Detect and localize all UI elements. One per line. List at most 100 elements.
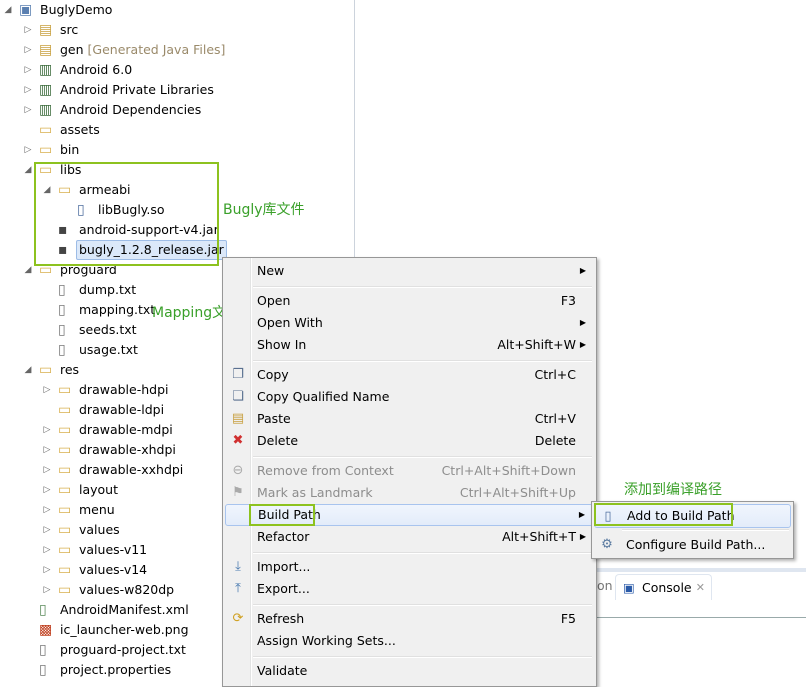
source-folder-icon: ▤ xyxy=(39,42,53,58)
collapse-arrow-icon[interactable]: ◢ xyxy=(23,360,33,380)
expand-arrow-icon[interactable]: ▷ xyxy=(23,100,33,120)
menu-item-remove-from-context[interactable]: ⊖ Remove from Context Ctrl+Alt+Shift+Down xyxy=(225,460,594,482)
menu-item-paste[interactable]: ▤ Paste Ctrl+V xyxy=(225,408,594,430)
expand-arrow-icon[interactable]: ▷ xyxy=(42,540,52,560)
tree-item-text: src xyxy=(60,22,79,37)
menu-separator xyxy=(253,552,592,554)
tree-item-text: dump.txt xyxy=(79,282,137,297)
menu-item-validate[interactable]: Validate xyxy=(225,660,594,682)
menu-separator xyxy=(253,286,592,288)
menu-item-label: Assign Working Sets... xyxy=(257,633,396,648)
menu-item-refactor[interactable]: Refactor Alt+Shift+T ▶ xyxy=(225,526,594,548)
tree-item-text: usage.txt xyxy=(79,342,138,357)
tree-item-text: drawable-xxhdpi xyxy=(79,462,184,477)
tree-item-label: res xyxy=(60,360,79,380)
menu-item-assign-working-sets[interactable]: Assign Working Sets... xyxy=(225,630,594,652)
tree-item[interactable]: ▭ assets xyxy=(0,120,350,140)
tree-item[interactable]: ▷ ▤ src xyxy=(0,20,350,40)
menu-item-shortcut: Alt+Shift+W xyxy=(497,337,576,352)
expand-arrow-icon[interactable]: ▷ xyxy=(42,440,52,460)
tree-item-label: drawable-ldpi xyxy=(79,400,164,420)
expand-arrow-icon[interactable]: ▷ xyxy=(42,480,52,500)
menu-item-mark-as-landmark[interactable]: ⚑ Mark as Landmark Ctrl+Alt+Shift+Up xyxy=(225,482,594,504)
tree-item-text: Android Dependencies xyxy=(60,102,202,117)
menu-item-label: Show In xyxy=(257,337,307,352)
folder-icon: ▭ xyxy=(39,142,53,158)
submenu-arrow-icon: ▶ xyxy=(579,532,586,541)
tree-item-label: bin xyxy=(60,140,79,160)
tree-item-label: gen [Generated Java Files] xyxy=(60,40,225,60)
menu-item-copy-qualified-name[interactable]: ❏ Copy Qualified Name xyxy=(225,386,594,408)
submenu-arrow-icon: ▶ xyxy=(579,340,586,349)
tree-item-text: menu xyxy=(79,502,115,517)
add-to-build-path-highlight-box xyxy=(594,503,733,526)
folder-icon: ▭ xyxy=(58,562,72,578)
tree-item-text: mapping.txt xyxy=(79,302,156,317)
tree-item-label: ic_launcher-web.png xyxy=(60,620,189,640)
tree-item-label: AndroidManifest.xml xyxy=(60,600,189,620)
expand-arrow-icon[interactable]: ▷ xyxy=(42,460,52,480)
library-icon: ▥ xyxy=(39,82,53,98)
menu-item-delete[interactable]: ✖ Delete Delete xyxy=(225,430,594,452)
expand-arrow-icon[interactable]: ▷ xyxy=(23,20,33,40)
tree-item-text: values-v14 xyxy=(79,562,148,577)
delete-icon: ✖ xyxy=(232,433,244,448)
expand-arrow-icon[interactable]: ▷ xyxy=(42,380,52,400)
add-to-path-annotation: 添加到编译路径 xyxy=(624,482,722,498)
remove-context-icon: ⊖ xyxy=(232,463,244,478)
tree-item-label: mapping.txt xyxy=(79,300,155,320)
folder-icon: ▭ xyxy=(39,122,53,138)
tree-item[interactable]: ▷ ▥ Android Private Libraries xyxy=(0,80,350,100)
expand-arrow-icon[interactable]: ▷ xyxy=(42,420,52,440)
folder-icon: ▭ xyxy=(58,462,72,478)
menu-item-open-with[interactable]: Open With ▶ xyxy=(225,312,594,334)
tree-item[interactable]: ◢ ▣ BuglyDemo xyxy=(0,0,350,20)
menu-item-configure-build-path[interactable]: ⚙ Configure Build Path... xyxy=(594,533,791,557)
menu-item-open[interactable]: Open F3 xyxy=(225,290,594,312)
tab-console[interactable]: ▣ Console ✕ xyxy=(615,574,712,600)
collapse-arrow-icon[interactable]: ◢ xyxy=(3,0,13,20)
collapse-arrow-icon[interactable]: ◢ xyxy=(23,160,33,180)
menu-separator xyxy=(253,656,592,658)
expand-arrow-icon[interactable]: ▷ xyxy=(23,40,33,60)
menu-item-import[interactable]: ⤓ Import... xyxy=(225,556,594,578)
tree-item-text: BuglyDemo xyxy=(40,2,113,17)
copy-qualified-name-icon: ❏ xyxy=(232,389,244,404)
close-icon[interactable]: ✕ xyxy=(696,575,705,601)
tree-item[interactable]: ▷ ▭ bin xyxy=(0,140,350,160)
tree-item-text: proguard-project.txt xyxy=(60,642,186,657)
menu-item-copy[interactable]: ❐ Copy Ctrl+C xyxy=(225,364,594,386)
tree-item-label: usage.txt xyxy=(79,340,138,360)
menu-item-show-in[interactable]: Show In Alt+Shift+W ▶ xyxy=(225,334,594,356)
menu-item-label: Configure Build Path... xyxy=(626,537,766,552)
menu-item-export[interactable]: ⤒ Export... xyxy=(225,578,594,600)
partial-tab-label[interactable]: on xyxy=(597,578,613,593)
collapse-arrow-icon[interactable]: ◢ xyxy=(23,260,33,280)
expand-arrow-icon[interactable]: ▷ xyxy=(23,140,33,160)
menu-separator xyxy=(253,360,592,362)
tree-item-label: BuglyDemo xyxy=(40,0,112,20)
tree-item[interactable]: ▷ ▤ gen [Generated Java Files] xyxy=(0,40,350,60)
expand-arrow-icon[interactable]: ▷ xyxy=(23,60,33,80)
tree-item[interactable]: ▷ ▥ Android Dependencies xyxy=(0,100,350,120)
tree-item-label: values-v14 xyxy=(79,560,147,580)
tree-item-text: bin xyxy=(60,142,80,157)
menu-item-label: New xyxy=(257,263,285,278)
expand-arrow-icon[interactable]: ▷ xyxy=(23,80,33,100)
tree-item-text: Android 6.0 xyxy=(60,62,133,77)
tree-item-label: values-w820dp xyxy=(79,580,174,600)
tree-item-label: project.properties xyxy=(60,660,171,680)
tree-item-text: ic_launcher-web.png xyxy=(60,622,189,637)
menu-item-refresh[interactable]: ⟳ Refresh F5 xyxy=(225,608,594,630)
menu-item-new[interactable]: New ▶ xyxy=(225,260,594,282)
menu-item-label: Refactor xyxy=(257,529,310,544)
refresh-icon: ⟳ xyxy=(232,611,244,626)
tree-item[interactable]: ▷ ▥ Android 6.0 xyxy=(0,60,350,80)
tree-item-text: seeds.txt xyxy=(79,322,137,337)
expand-arrow-icon[interactable]: ▷ xyxy=(42,580,52,600)
tree-item-text: res xyxy=(60,362,80,377)
expand-arrow-icon[interactable]: ▷ xyxy=(42,500,52,520)
expand-arrow-icon[interactable]: ▷ xyxy=(42,520,52,540)
tree-item-label: seeds.txt xyxy=(79,320,137,340)
expand-arrow-icon[interactable]: ▷ xyxy=(42,560,52,580)
